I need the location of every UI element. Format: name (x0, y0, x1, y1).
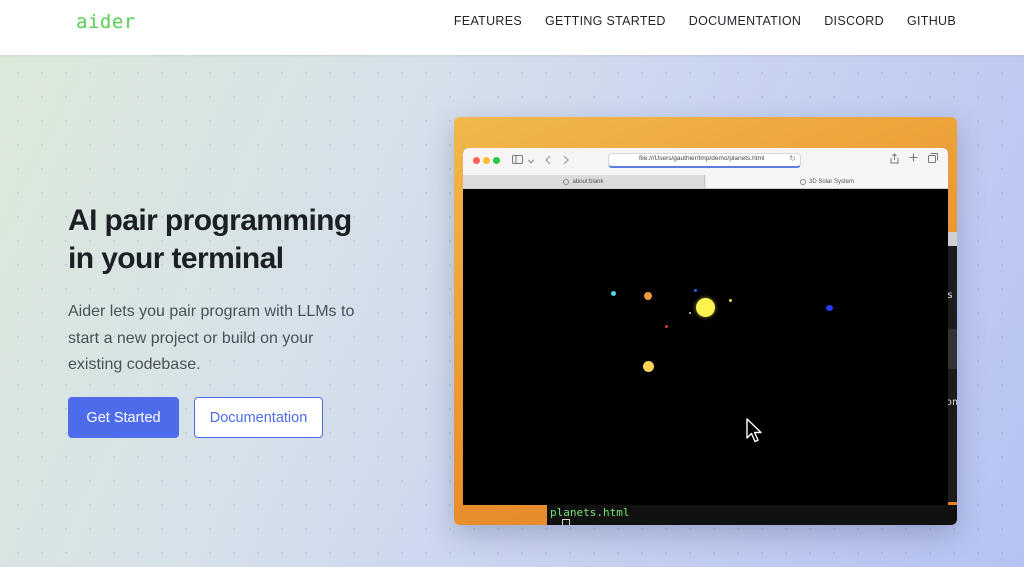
nav-documentation[interactable]: DOCUMENTATION (689, 14, 801, 28)
planet-blue-small (694, 289, 697, 292)
terminal-edge-light (947, 232, 957, 246)
hero-description: Aider lets you pair program with LLMs to… (68, 303, 355, 373)
solar-system-canvas[interactable] (463, 189, 948, 505)
tab-3d-solar-system[interactable]: 3D Solar System (706, 175, 948, 188)
nav-github[interactable]: GITHUB (907, 14, 956, 28)
terminal-edge (947, 232, 957, 502)
site-header: aider FEATURES GETTING STARTED DOCUMENTA… (0, 0, 1024, 55)
zoom-window-icon[interactable] (493, 157, 500, 164)
terminal-output: planets.html (550, 506, 630, 519)
terminal-edge-grey (947, 329, 957, 369)
planet-orange (644, 292, 652, 300)
tab-label: 3D Solar System (808, 178, 854, 185)
planet-cyan (611, 291, 616, 296)
hero-title-line-2: in your terminal (68, 242, 284, 275)
planet-gold (643, 361, 654, 372)
planet-red (665, 325, 668, 328)
hero-title: AI pair programming in your terminal (68, 202, 408, 278)
reload-icon[interactable]: ↻ (789, 154, 796, 163)
get-started-button[interactable]: Get Started (68, 397, 179, 438)
nav-features[interactable]: FEATURES (454, 14, 522, 28)
planet-yellow-small (729, 299, 732, 302)
tab-label: about:blank (572, 178, 604, 185)
tab-about-blank[interactable]: about:blank (463, 175, 705, 188)
planet-tiny-white (689, 312, 691, 314)
nav-discord[interactable]: DISCORD (824, 14, 884, 28)
sidebar-icon[interactable] (512, 155, 523, 167)
browser-toolbar: file:///Users/gauthier/tmp/demo/planets.… (463, 148, 948, 176)
compass-icon (799, 178, 806, 185)
chevron-right-icon[interactable] (563, 155, 569, 168)
minimize-window-icon[interactable] (483, 157, 490, 164)
chevron-left-icon[interactable] (545, 155, 551, 168)
address-bar[interactable]: file:///Users/gauthier/tmp/demo/planets.… (608, 153, 801, 168)
compass-icon (563, 178, 570, 185)
sun (696, 298, 715, 317)
nav-getting-started[interactable]: GETTING STARTED (545, 14, 666, 28)
browser-window: file:///Users/gauthier/tmp/demo/planets.… (463, 148, 948, 505)
address-bar-url: file:///Users/gauthier/tmp/demo/planets.… (639, 155, 765, 162)
demo-screenshot: s on planets.html file:///Users/gauthier… (454, 117, 957, 525)
planet-blue (826, 305, 833, 311)
close-window-icon[interactable] (473, 157, 480, 164)
main-nav: FEATURES GETTING STARTED DOCUMENTATION D… (454, 14, 956, 28)
chevron-down-icon[interactable] (528, 156, 534, 167)
hero-title-line-1: AI pair programming (68, 204, 352, 237)
tabs-icon[interactable] (928, 153, 938, 166)
share-icon[interactable] (890, 153, 899, 167)
documentation-button[interactable]: Documentation (194, 397, 323, 438)
aider-logo[interactable]: aider (76, 11, 136, 33)
browser-tabs: about:blank 3D Solar System (463, 175, 948, 189)
terminal-cursor (562, 519, 570, 525)
mouse-pointer-icon (746, 418, 763, 449)
plus-icon[interactable] (909, 153, 918, 165)
